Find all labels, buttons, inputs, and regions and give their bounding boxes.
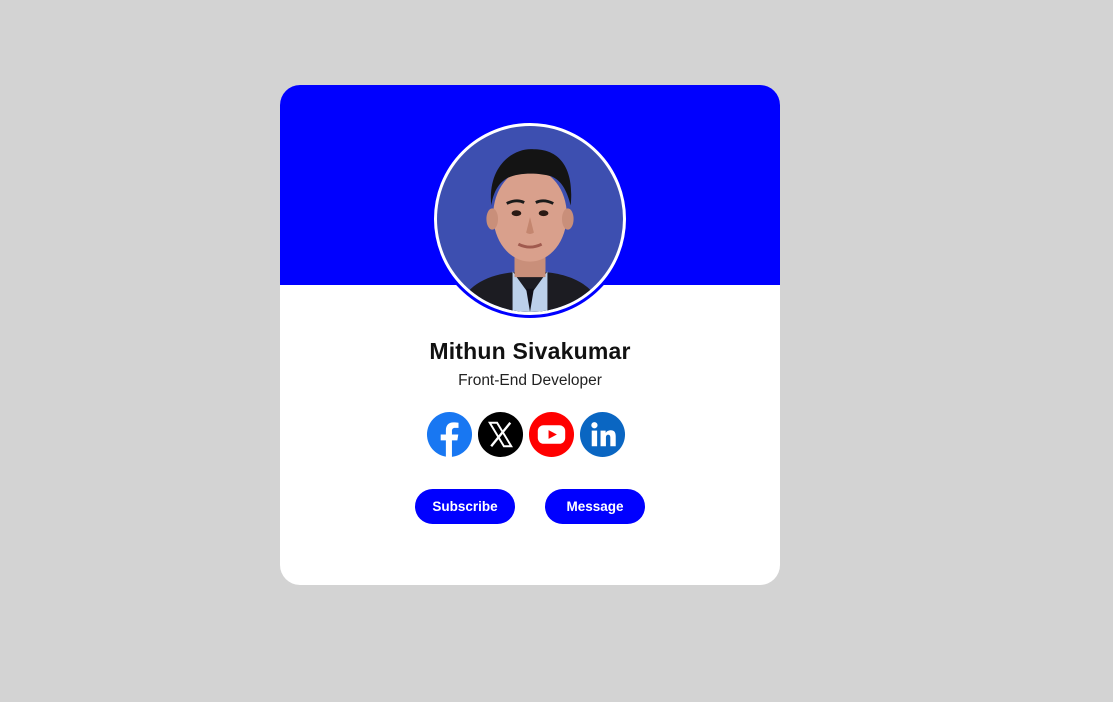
subscribe-button[interactable]: Subscribe: [415, 489, 515, 524]
x-link[interactable]: [477, 411, 524, 458]
avatar-photo: [437, 126, 623, 312]
youtube-icon: [528, 411, 575, 458]
profile-name: Mithun Sivakumar: [429, 338, 631, 364]
profile-role: Front-End Developer: [458, 372, 602, 389]
youtube-link[interactable]: [528, 411, 575, 458]
avatar-ring: [431, 120, 629, 318]
linkedin-link[interactable]: [579, 411, 626, 458]
avatar: [434, 123, 626, 315]
linkedin-icon: [579, 411, 626, 458]
x-icon: [477, 411, 524, 458]
facebook-link[interactable]: [426, 411, 473, 458]
profile-card: Mithun Sivakumar Front-End Developer Sub…: [280, 85, 780, 585]
facebook-icon: [426, 411, 473, 458]
social-links: [426, 411, 626, 459]
message-button[interactable]: Message: [545, 489, 645, 524]
